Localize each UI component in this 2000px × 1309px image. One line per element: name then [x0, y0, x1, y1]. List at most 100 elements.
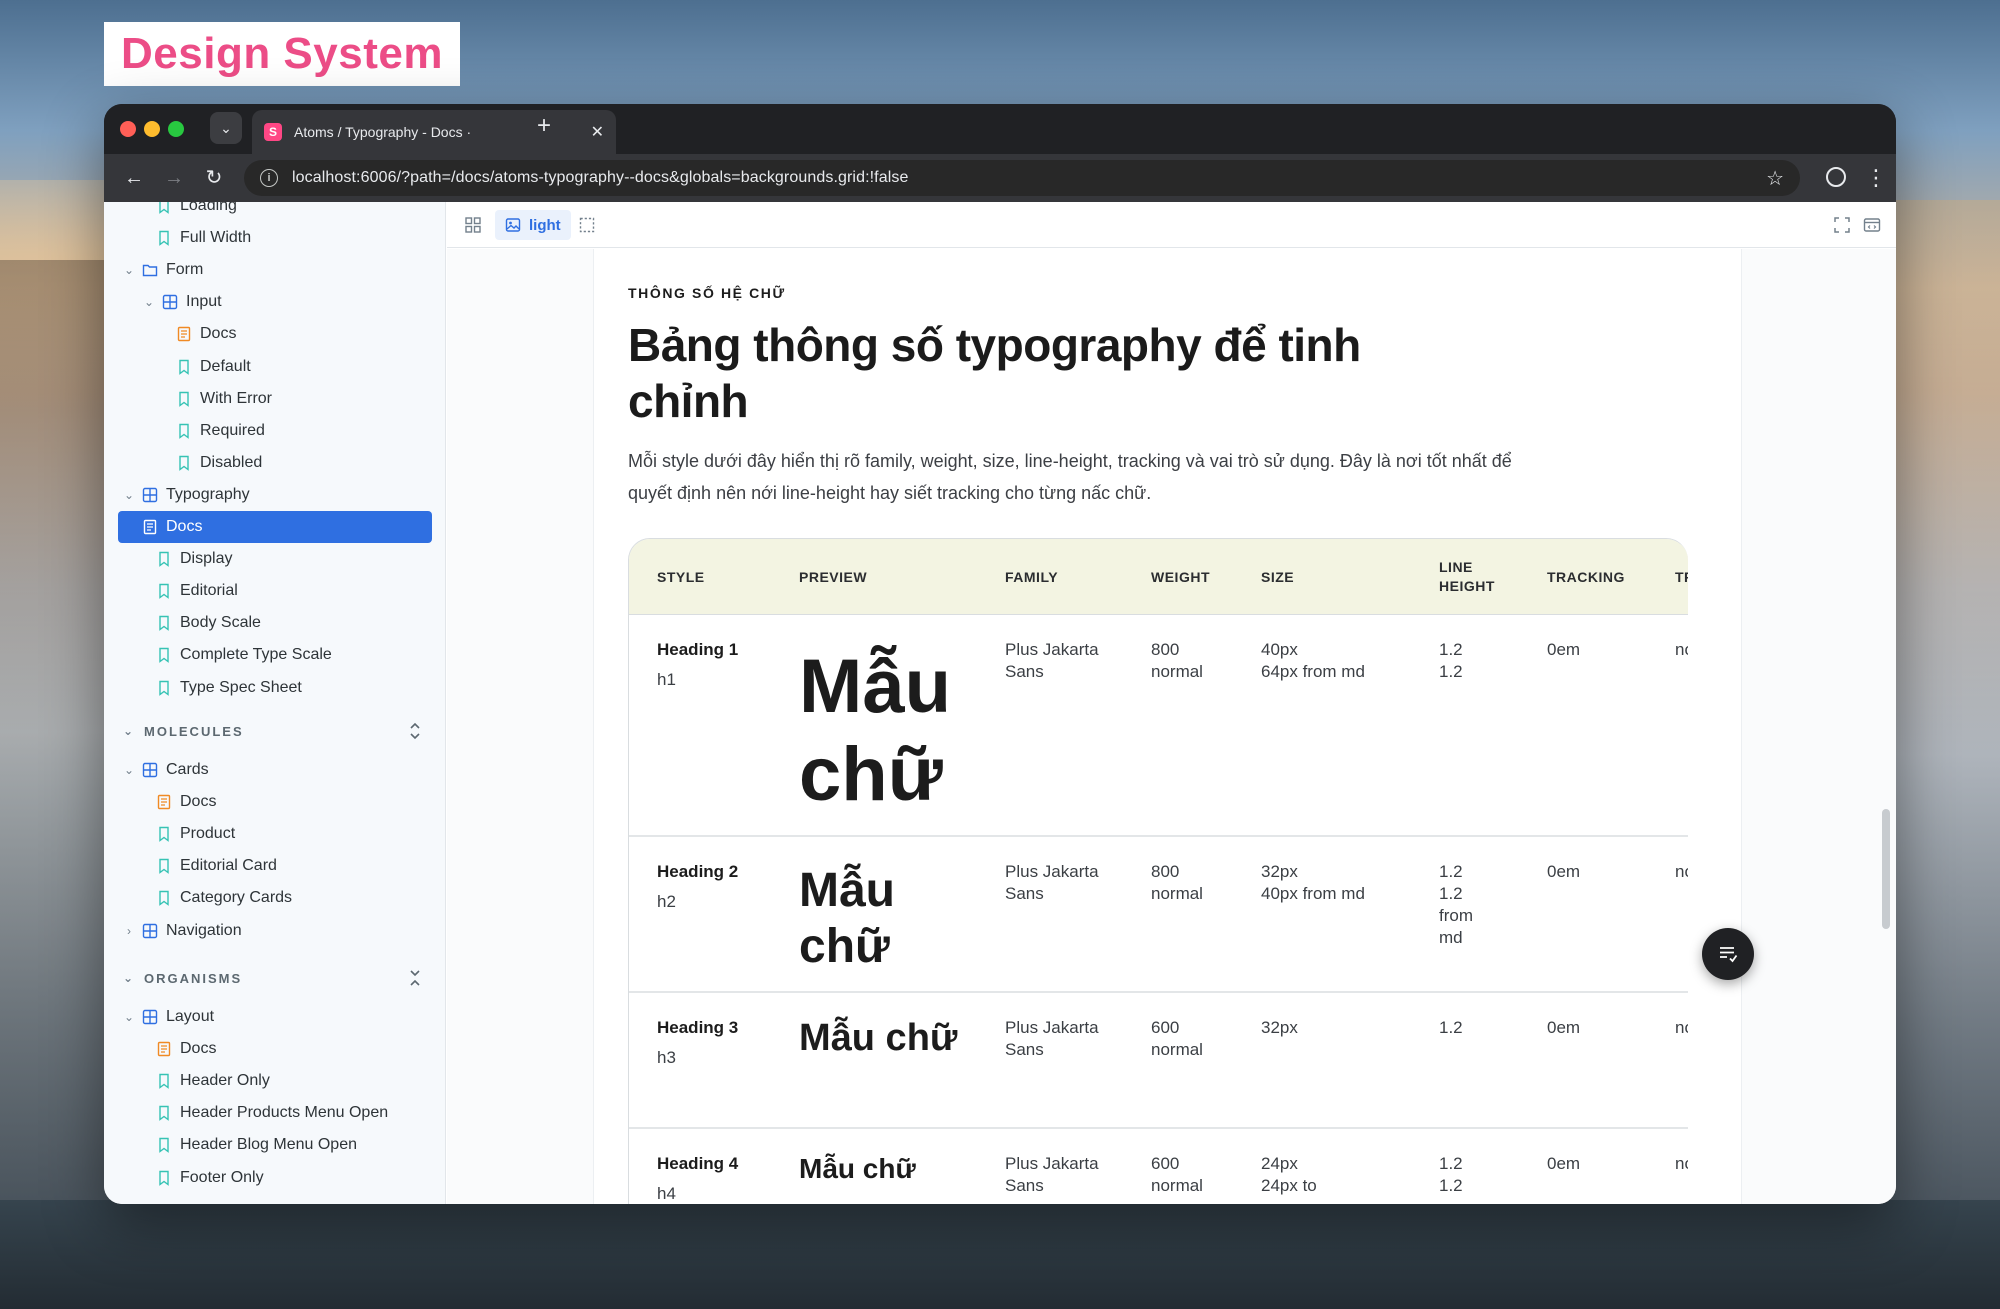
sidebar-item-disabled[interactable]: Disabled [162, 447, 262, 479]
chevron-down-icon[interactable]: ⌄ [142, 295, 156, 309]
image-icon [505, 218, 521, 232]
sidebar-item-product[interactable]: Product [142, 818, 235, 850]
sidebar-item-category-cards[interactable]: Category Cards [142, 882, 292, 914]
close-window-button[interactable] [120, 121, 136, 137]
sidebar-item-label: Input [186, 293, 222, 311]
sidebar-item-label: Typography [166, 485, 250, 503]
sidebar-group-typography[interactable]: ⌄ Typography [122, 479, 250, 511]
bookmark-icon [176, 423, 192, 439]
chevron-right-icon[interactable]: › [122, 924, 136, 938]
document-icon [156, 794, 172, 810]
background-sea [0, 1200, 2000, 1309]
sidebar-item-required[interactable]: Required [162, 415, 265, 447]
back-icon[interactable]: ← [120, 164, 148, 192]
site-info-icon[interactable]: i [260, 169, 278, 187]
style-tag: h4 [657, 1184, 676, 1203]
weight-value: 600 normal [1151, 1018, 1203, 1059]
sidebar-group-form[interactable]: ⌄ Form [122, 254, 203, 286]
sidebar-item-header-only[interactable]: Header Only [142, 1065, 270, 1097]
close-icon[interactable]: ✕ [591, 122, 604, 142]
bookmark-icon [156, 1170, 172, 1186]
sidebar-item-label: Docs [200, 325, 237, 343]
browser-tab[interactable]: S Atoms / Typography - Docs · ✕ [252, 110, 616, 154]
bookmark-icon [156, 890, 172, 907]
sidebar-item-docs[interactable]: Docs [162, 318, 236, 350]
sidebar-group-layout[interactable]: ⌄ Layout [122, 1001, 214, 1033]
sidebar-group-cards[interactable]: ⌄ Cards [122, 754, 209, 786]
sidebar-item-with-error[interactable]: With Error [162, 383, 272, 415]
address-bar[interactable]: i localhost:6006/?path=/docs/atoms-typog… [244, 160, 1800, 196]
bookmark-star-icon[interactable]: ☆ [1766, 166, 1784, 191]
sidebar-item-complete-type-scale[interactable]: Complete Type Scale [142, 639, 332, 671]
sidebar-item-label: Category Cards [180, 889, 293, 907]
badge-label: Design System [121, 29, 443, 78]
new-tab-icon[interactable]: + [528, 112, 560, 140]
sidebar-item-editorial[interactable]: Editorial [142, 575, 238, 607]
chevron-down-icon[interactable]: ⌄ [122, 488, 136, 502]
sidebar-item-docs[interactable]: Docs [142, 1033, 216, 1065]
page-title: Bảng thông số typography để tinh chỉnh [628, 319, 1361, 427]
expand-collapse-icon[interactable] [407, 719, 423, 743]
transform-value: nor [1675, 1018, 1688, 1037]
more-menu-icon[interactable]: ⋮ [1862, 164, 1890, 192]
sidebar-item-header-blog-menu-open[interactable]: Header Blog Menu Open [142, 1129, 357, 1161]
line-height-value: 1.2 1.2 [1439, 1154, 1463, 1195]
sidebar-item-editorial-card[interactable]: Editorial Card [142, 850, 277, 882]
column-header-transform: TRA [1675, 569, 1688, 585]
format-list-icon[interactable] [1702, 928, 1754, 980]
url-text[interactable]: localhost:6006/?path=/docs/atoms-typogra… [292, 169, 908, 187]
bookmark-icon [156, 202, 172, 214]
size-value: 32px [1261, 1018, 1298, 1037]
table-row: Heading 1 h1 Mẫu chữ Plus Jakarta Sans 800… [629, 615, 1688, 837]
sidebar-item-docs[interactable]: Docs [142, 786, 216, 818]
bookmark-icon [156, 1105, 172, 1122]
sidebar-group-input[interactable]: ⌄ Input [142, 286, 222, 318]
expand-collapse-icon[interactable] [407, 966, 423, 990]
outline-icon[interactable] [577, 215, 597, 235]
transform-value: nor [1675, 640, 1688, 659]
weight-value: 800 normal [1151, 862, 1203, 903]
reload-icon[interactable]: ↻ [200, 164, 228, 192]
storybook-main: light THÔNG SỐ HỆ CHỮ Bảng thông số typo… [447, 202, 1896, 1204]
grid-icon[interactable] [463, 215, 483, 235]
maximize-window-button[interactable] [168, 121, 184, 137]
sidebar-item-body-scale[interactable]: Body Scale [142, 607, 261, 639]
vertical-scrollbar[interactable] [1882, 809, 1890, 929]
sidebar-item-label: Type Spec Sheet [180, 678, 302, 696]
style-tag: h1 [657, 670, 676, 689]
sidebar-item-docs[interactable]: Docs [118, 511, 432, 543]
sidebar-item-label: With Error [200, 389, 272, 407]
chevron-down-icon[interactable]: ⌄ [122, 763, 136, 777]
sidebar-item-header-products-menu-open[interactable]: Header Products Menu Open [142, 1097, 388, 1129]
size-value: 32px 40px from md [1261, 862, 1365, 903]
sidebar-item-type-spec-sheet[interactable]: Type Spec Sheet [142, 672, 302, 704]
minimize-window-button[interactable] [144, 121, 160, 137]
style-name: Heading 1 [657, 640, 739, 659]
fullscreen-icon[interactable] [1832, 215, 1852, 235]
profile-icon[interactable] [1822, 164, 1850, 190]
open-new-tab-icon[interactable] [1862, 215, 1882, 235]
tracking-value: 0em [1547, 862, 1581, 881]
chevron-down-icon[interactable]: ⌄ [122, 1010, 136, 1024]
tracking-value: 0em [1547, 1018, 1581, 1037]
chevron-down-icon[interactable]: ⌄ [122, 263, 136, 277]
preview-sample: Mẫu chữ [799, 644, 951, 817]
tab-search-icon[interactable]: ⌄ [210, 112, 242, 144]
background-clouds-right [1880, 200, 2000, 1309]
line-height-value: 1.2 [1439, 1018, 1463, 1037]
forward-icon[interactable]: → [160, 164, 188, 192]
sidebar-item-label: Product [180, 825, 236, 843]
sidebar-item-default[interactable]: Default [162, 351, 251, 383]
preview-sample: Mẫu chữ [799, 1153, 916, 1184]
sidebar-group-navigation[interactable]: › Navigation [122, 915, 242, 947]
storybook-sidebar: Loading Full Width ⌄ Form ⌄ Input Docs Default W… [104, 202, 446, 1204]
sidebar-item-loading[interactable]: Loading [142, 202, 237, 222]
section-title-molecules[interactable]: ⌄ MOLECULES [122, 715, 244, 747]
table-row: Heading 3 h3 Mẫu chữ Plus Jakarta Sans 60… [629, 993, 1688, 1129]
sidebar-item-display[interactable]: Display [142, 543, 232, 575]
sidebar-item-label: Header Only [180, 1072, 270, 1090]
section-title-organisms[interactable]: ⌄ ORGANISMS [122, 962, 242, 994]
sidebar-item-footer-only[interactable]: Footer Only [142, 1162, 264, 1194]
sidebar-item-full-width[interactable]: Full Width [142, 222, 251, 254]
background-light-button[interactable]: light [495, 210, 571, 240]
